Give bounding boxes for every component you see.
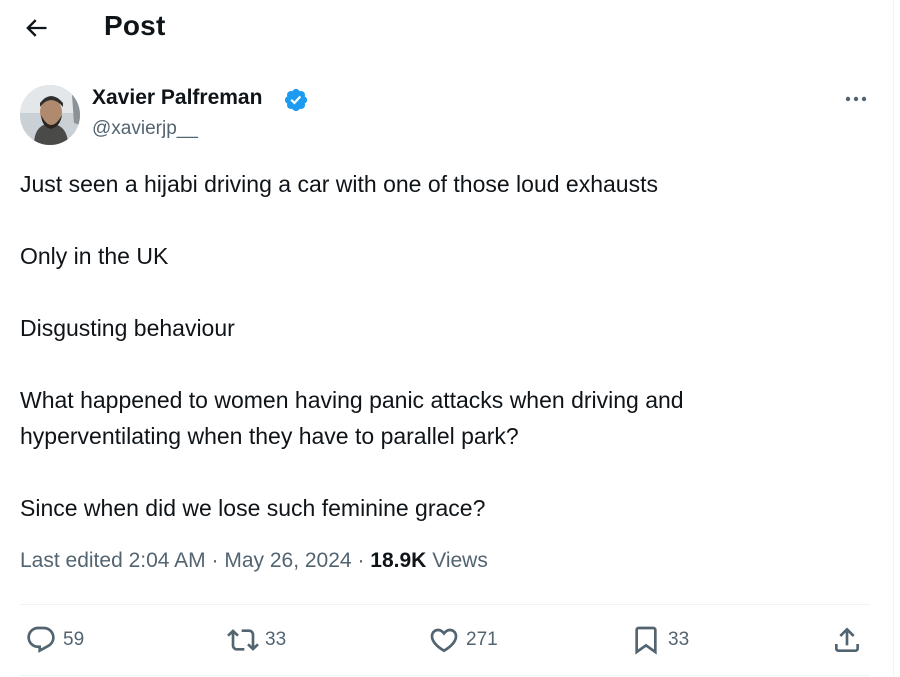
meta-separator: · bbox=[211, 549, 219, 572]
tweet-paragraph: Just seen a hijabi driving a car with on… bbox=[20, 171, 658, 197]
divider bbox=[20, 675, 870, 676]
views-count: 18.9K bbox=[370, 549, 427, 572]
back-arrow-icon[interactable] bbox=[22, 14, 50, 42]
post-column: Post Xavier Palfreman @xavierjp__ Just s… bbox=[0, 0, 894, 677]
reply-count: 59 bbox=[63, 629, 85, 650]
bookmark-count: 33 bbox=[668, 629, 690, 650]
bookmark-button[interactable]: 33 bbox=[630, 622, 689, 658]
author-name[interactable]: Xavier Palfreman bbox=[92, 86, 262, 110]
like-icon bbox=[430, 628, 458, 653]
tweet-text: Just seen a hijabi driving a car with on… bbox=[20, 166, 850, 526]
avatar[interactable] bbox=[20, 85, 80, 145]
bookmark-icon bbox=[635, 626, 657, 655]
tweet-paragraph: Since when did we lose such feminine gra… bbox=[20, 495, 486, 521]
more-options-icon[interactable] bbox=[842, 88, 870, 110]
tweet-paragraph: What happened to women having panic atta… bbox=[20, 387, 684, 449]
repost-count: 33 bbox=[265, 629, 287, 650]
like-count: 271 bbox=[466, 629, 498, 650]
reply-icon bbox=[27, 626, 55, 653]
page-title: Post bbox=[104, 10, 166, 41]
meta-separator: · bbox=[357, 549, 365, 572]
post-time[interactable]: 2:04 AM bbox=[129, 549, 206, 572]
tweet-paragraph: Disgusting behaviour bbox=[20, 315, 235, 341]
divider bbox=[20, 604, 870, 605]
share-button[interactable] bbox=[831, 622, 863, 658]
post-header: Post bbox=[0, 0, 893, 55]
reply-button[interactable]: 59 bbox=[25, 622, 84, 658]
post-metadata: Last edited 2:04 AM · May 26, 2024 · 18.… bbox=[20, 549, 488, 573]
edited-label: Last edited bbox=[20, 549, 123, 572]
views-label: Views bbox=[432, 549, 488, 572]
post-date[interactable]: May 26, 2024 bbox=[224, 549, 351, 572]
repost-button[interactable]: 33 bbox=[227, 622, 286, 658]
repost-icon bbox=[227, 629, 259, 651]
verified-badge-icon bbox=[283, 87, 309, 113]
tweet-paragraph: Only in the UK bbox=[20, 243, 169, 269]
like-button[interactable]: 271 bbox=[428, 622, 498, 658]
author-handle[interactable]: @xavierjp__ bbox=[92, 118, 198, 140]
share-icon bbox=[835, 627, 859, 652]
